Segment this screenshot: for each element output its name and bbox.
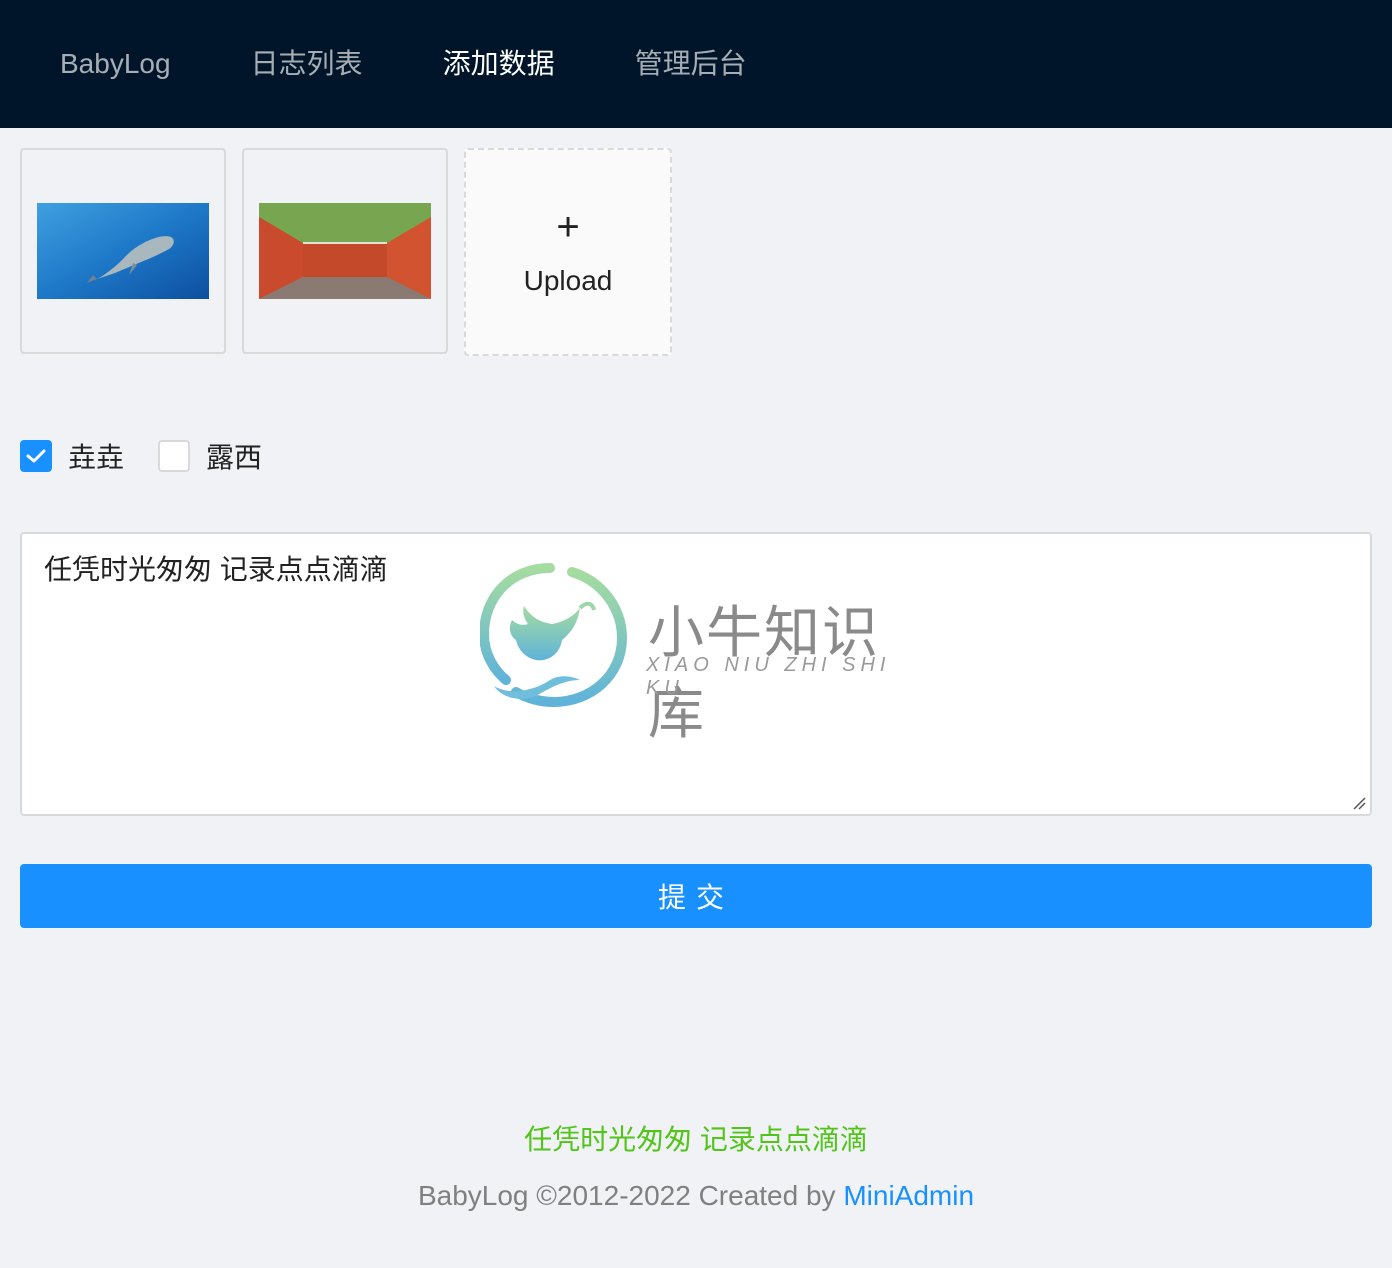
nav-item-add-data[interactable]: 添加数据 bbox=[403, 0, 595, 128]
checkbox-option-yaoyao[interactable]: 垚垚 bbox=[20, 436, 124, 476]
image-upload-list: + Upload bbox=[20, 148, 672, 356]
uploaded-image-card[interactable] bbox=[242, 148, 448, 354]
top-nav-bar: BabyLog 日志列表 添加数据 管理后台 bbox=[0, 0, 1392, 128]
person-checkbox-group: 垚垚 露西 bbox=[20, 436, 296, 476]
resize-handle-icon[interactable] bbox=[1352, 796, 1366, 810]
check-icon bbox=[26, 449, 46, 463]
copyright-text: BabyLog ©2012-2022 Created by bbox=[417, 1180, 844, 1211]
watermark: 小牛知识库 XIAO NIU ZHI SHI KU bbox=[480, 562, 920, 745]
footer-slogan: 任凭时光匆匆 记录点点滴滴 bbox=[524, 1124, 868, 1155]
bull-logo-icon bbox=[480, 563, 628, 708]
checkbox-unchecked[interactable] bbox=[158, 440, 191, 472]
checkbox-label: 露西 bbox=[206, 442, 263, 473]
whale-photo-thumbnail bbox=[37, 203, 209, 299]
uploaded-image-card[interactable] bbox=[20, 148, 226, 354]
footer-copyright: BabyLog ©2012-2022 Created by MiniAdmin bbox=[0, 1180, 1392, 1212]
textarea-value: 任凭时光匆匆 记录点点滴滴 bbox=[44, 554, 388, 585]
submit-button[interactable]: 提交 bbox=[20, 864, 1372, 928]
watermark-subtitle: XIAO NIU ZHI SHI KU bbox=[646, 654, 891, 699]
nav-item-log-list[interactable]: 日志列表 bbox=[211, 0, 403, 128]
upload-label: Upload bbox=[523, 265, 613, 296]
checkbox-checked[interactable] bbox=[20, 440, 52, 472]
checkbox-option-lucy[interactable]: 露西 bbox=[158, 436, 262, 476]
bamboo-alley-photo-thumbnail bbox=[259, 203, 431, 299]
miniadmin-link[interactable]: MiniAdmin bbox=[843, 1180, 974, 1211]
upload-button[interactable]: + Upload bbox=[464, 148, 672, 356]
checkbox-label: 垚垚 bbox=[68, 442, 125, 473]
nav-item-admin[interactable]: 管理后台 bbox=[595, 0, 787, 128]
plus-icon: + bbox=[556, 205, 580, 249]
nav-item-babylog[interactable]: BabyLog bbox=[0, 0, 211, 128]
